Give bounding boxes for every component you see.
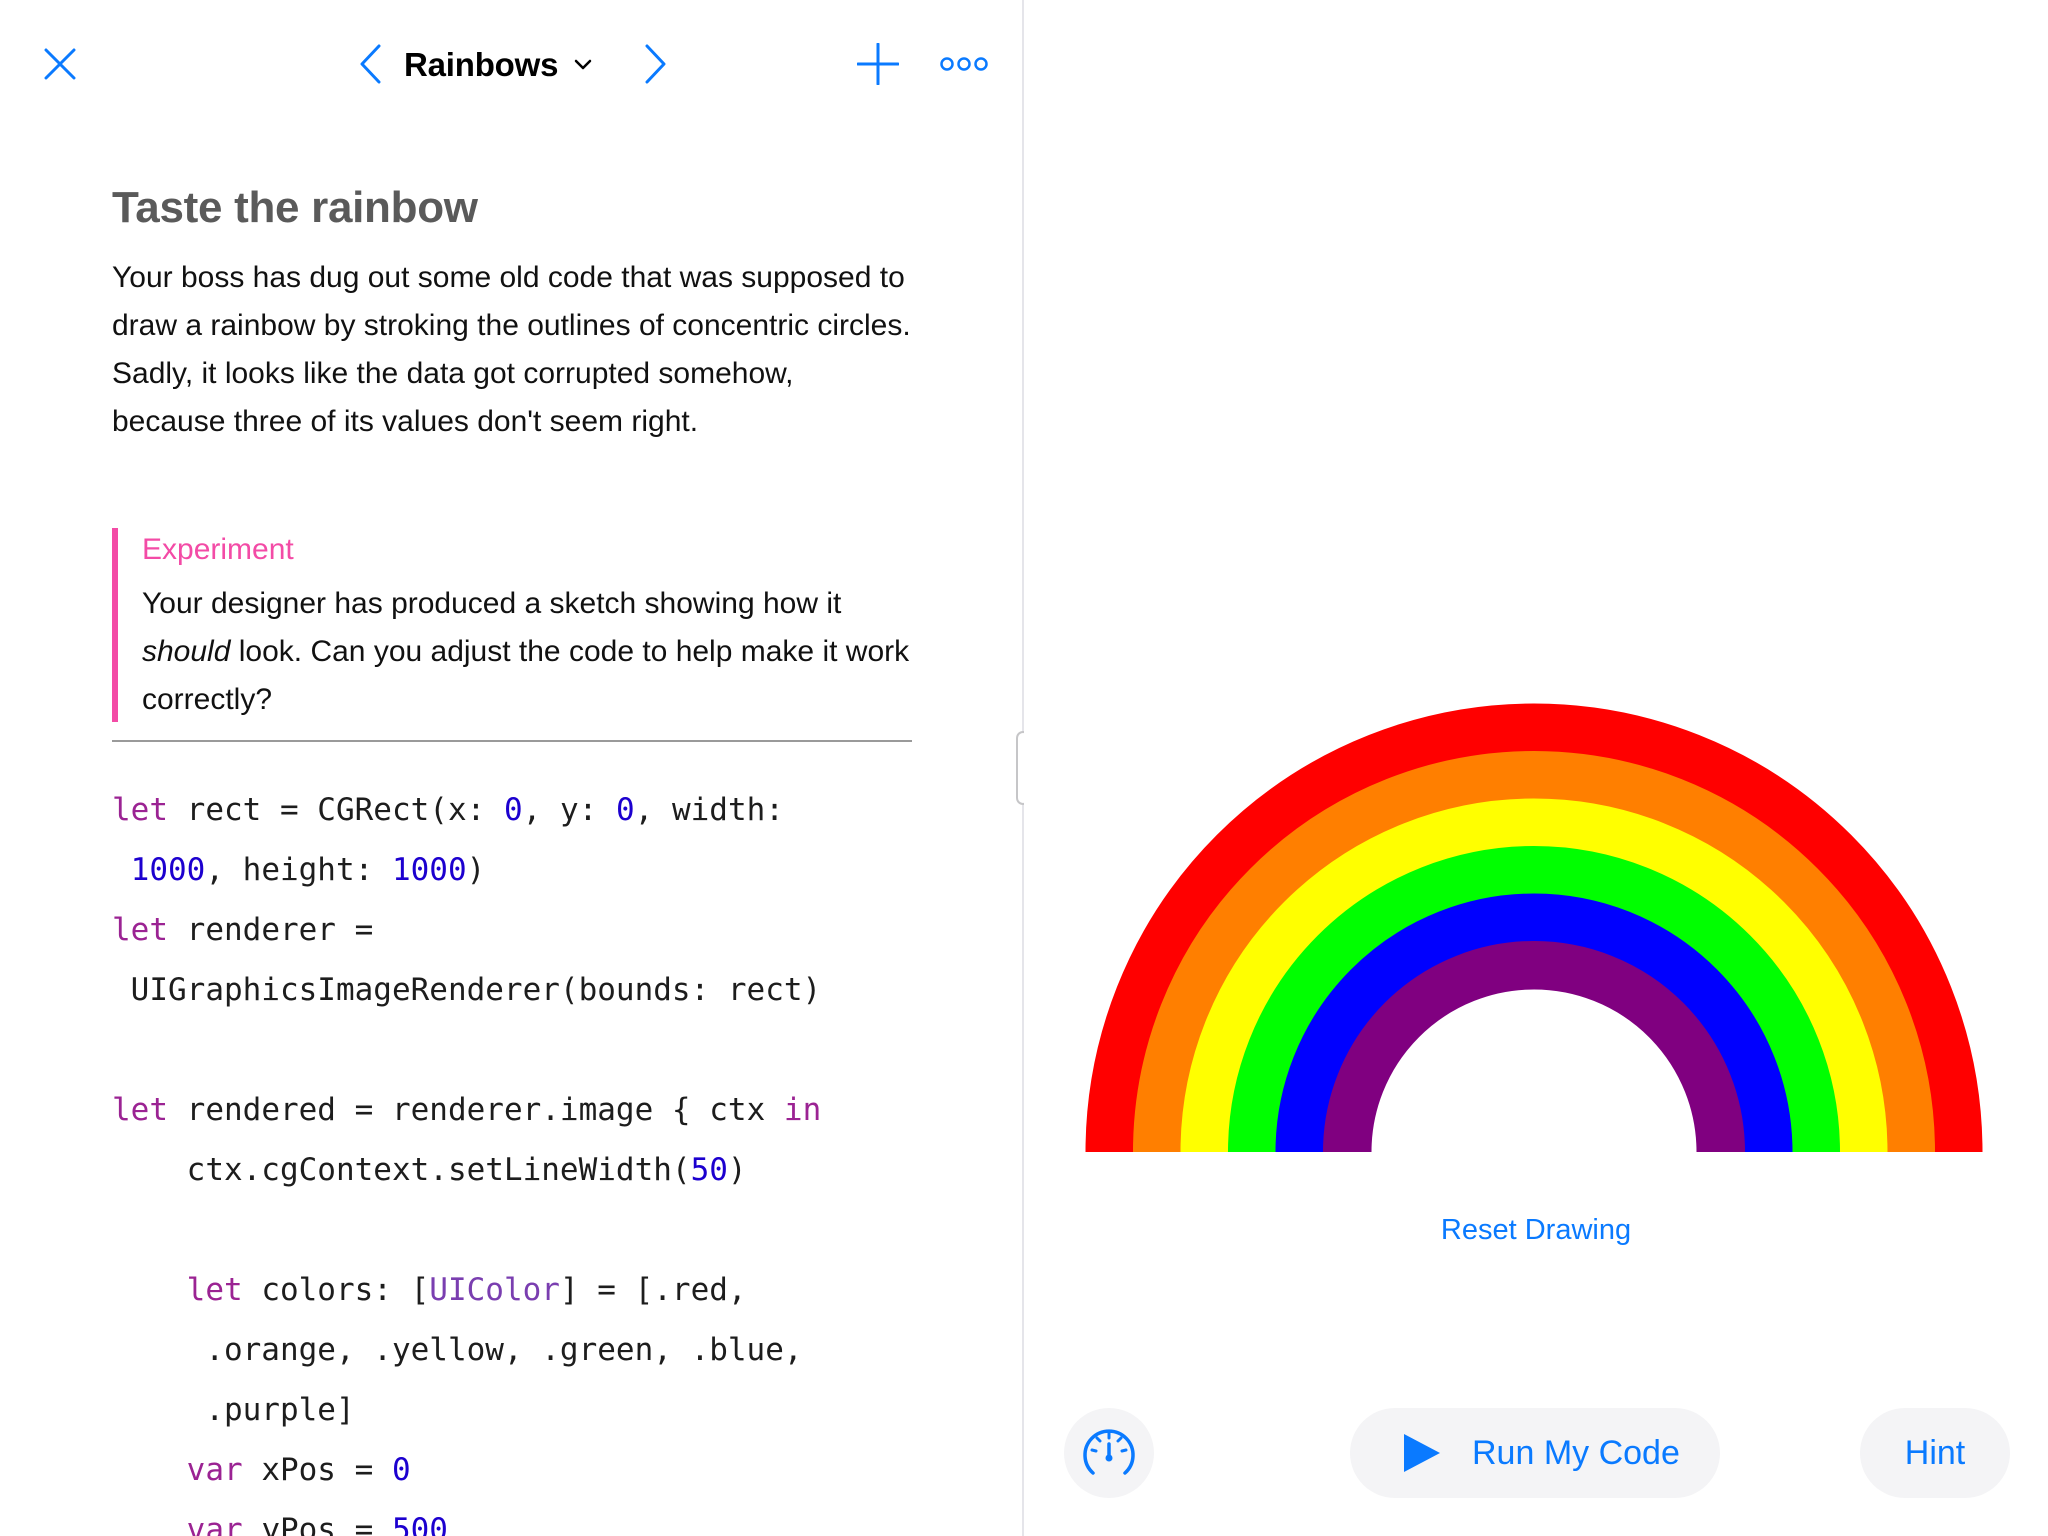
code-line[interactable]: UIGraphicsImageRenderer(bounds: rect) bbox=[112, 960, 912, 1020]
code-keyword: in bbox=[783, 1092, 822, 1128]
code-editor[interactable]: let rect = CGRect(x: 0, y: 0, width: 100… bbox=[112, 780, 912, 1536]
code-type: UIColor bbox=[429, 1272, 560, 1308]
code-text: rect = CGRect(x: bbox=[168, 792, 504, 828]
speed-button[interactable] bbox=[1064, 1408, 1154, 1498]
code-text: .orange, .yellow, .green, .blue, bbox=[112, 1332, 803, 1368]
code-text: xPos = bbox=[242, 1452, 392, 1488]
lesson-intro: Your boss has dug out some old code that… bbox=[112, 261, 911, 438]
code-blank-line[interactable] bbox=[112, 1020, 912, 1080]
lesson-pane: Rainbows Taste the rainbow Your boss has… bbox=[0, 0, 1024, 1536]
callout-emphasis: should bbox=[142, 635, 231, 668]
page-title-menu[interactable]: Rainbows bbox=[404, 40, 592, 90]
code-text: rendered = renderer.image { ctx bbox=[168, 1092, 784, 1128]
rainbow-band bbox=[1323, 941, 1745, 1153]
code-text: .purple] bbox=[112, 1392, 355, 1428]
code-line[interactable]: ctx.cgContext.setLineWidth(50) bbox=[112, 1140, 912, 1200]
code-blank-line[interactable] bbox=[112, 1200, 912, 1260]
more-icon bbox=[940, 57, 988, 71]
code-keyword: var bbox=[186, 1512, 243, 1536]
callout-body-text: Your designer has produced a sketch show… bbox=[142, 587, 842, 620]
callout-body-text: look. Can you adjust the code to help ma… bbox=[142, 635, 910, 716]
previous-page-button[interactable] bbox=[350, 38, 390, 90]
code-text: renderer = bbox=[168, 912, 374, 948]
code-keyword: let bbox=[112, 912, 168, 948]
playground-app: Rainbows Taste the rainbow Your boss has… bbox=[0, 0, 2048, 1536]
plus-icon bbox=[857, 43, 899, 85]
chevron-left-icon bbox=[360, 44, 381, 84]
experiment-callout: Experiment Your designer has produced a … bbox=[112, 528, 912, 722]
chevron-right-icon bbox=[645, 44, 666, 84]
code-line[interactable]: let colors: [UIColor] = [.red, bbox=[112, 1260, 912, 1320]
code-keyword: let bbox=[112, 1092, 168, 1128]
code-text: , y: bbox=[522, 792, 616, 828]
code-line[interactable]: let renderer = bbox=[112, 900, 912, 960]
code-number: 0 bbox=[391, 1452, 411, 1488]
speedometer-icon bbox=[1083, 1429, 1135, 1475]
close-icon bbox=[44, 48, 76, 80]
code-number: 50 bbox=[690, 1152, 728, 1188]
navigation-bar: Rainbows bbox=[0, 0, 1024, 130]
code-number: 0 bbox=[503, 792, 523, 828]
play-icon bbox=[1402, 1432, 1442, 1474]
rainbow-drawing bbox=[1085, 703, 1983, 1153]
code-line[interactable]: let rect = CGRect(x: 0, y: 0, width: bbox=[112, 780, 912, 840]
code-number: 500 bbox=[391, 1512, 448, 1536]
code-number: 1000 bbox=[130, 852, 206, 888]
code-text: , height: bbox=[205, 852, 392, 888]
code-text: UIGraphicsImageRenderer(bounds: rect) bbox=[112, 972, 822, 1008]
callout-title: Experiment bbox=[142, 533, 294, 566]
add-button[interactable] bbox=[852, 38, 904, 90]
code-text: colors: [ bbox=[242, 1272, 430, 1308]
code-line[interactable]: let rendered = renderer.image { ctx in bbox=[112, 1080, 912, 1140]
code-text: ] = [.red, bbox=[559, 1272, 747, 1308]
callout-body: Your designer has produced a sketch show… bbox=[142, 580, 922, 724]
code-text: , width: bbox=[634, 792, 784, 828]
code-line[interactable]: 1000, height: 1000) bbox=[112, 840, 912, 900]
run-my-code-button[interactable]: Run My Code bbox=[1350, 1408, 1720, 1498]
code-line[interactable]: .orange, .yellow, .green, .blue, bbox=[112, 1320, 912, 1380]
run-my-code-label: Run My Code bbox=[1472, 1433, 1680, 1472]
code-keyword: let bbox=[112, 792, 168, 828]
code-line[interactable]: var xPos = 0 bbox=[112, 1440, 912, 1500]
code-text: ) bbox=[466, 852, 486, 888]
code-line[interactable]: var yPos = 500 bbox=[112, 1500, 912, 1536]
more-button[interactable] bbox=[936, 44, 992, 84]
reset-drawing-button[interactable]: Reset Drawing bbox=[1024, 1210, 2048, 1250]
lesson-heading: Taste the rainbow bbox=[112, 183, 478, 232]
chevron-down-icon bbox=[574, 59, 592, 71]
next-page-button[interactable] bbox=[636, 38, 676, 90]
code-text: ctx.cgContext.setLineWidth( bbox=[112, 1152, 691, 1188]
code-keyword: let bbox=[186, 1272, 243, 1308]
lesson-content: Taste the rainbow Your boss has dug out … bbox=[112, 180, 912, 742]
code-keyword: var bbox=[186, 1452, 243, 1488]
code-text: ) bbox=[727, 1152, 747, 1188]
section-divider bbox=[112, 740, 912, 742]
live-view-pane: Reset Drawing Run My Code Hint bbox=[1024, 0, 2048, 1536]
code-line[interactable]: .purple] bbox=[112, 1380, 912, 1440]
hint-button[interactable]: Hint bbox=[1860, 1408, 2010, 1498]
close-button[interactable] bbox=[36, 40, 84, 88]
code-number: 1000 bbox=[391, 852, 467, 888]
code-text: yPos = bbox=[242, 1512, 392, 1536]
page-title: Rainbows bbox=[404, 46, 559, 83]
code-number: 0 bbox=[615, 792, 635, 828]
